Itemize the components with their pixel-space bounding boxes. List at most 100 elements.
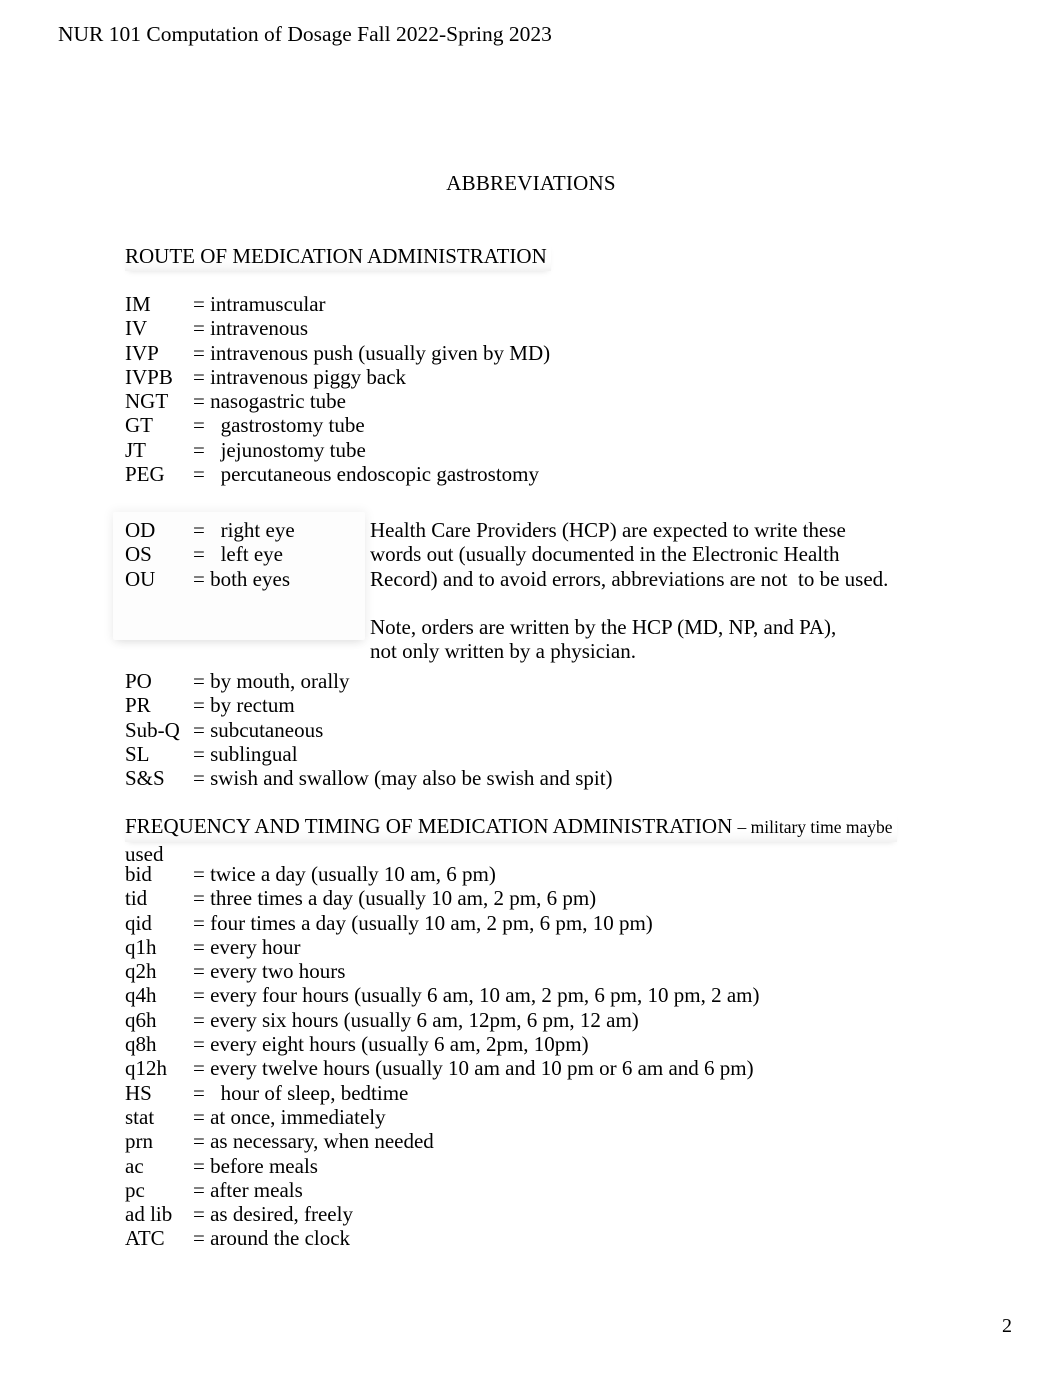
page-title: ABBREVIATIONS — [446, 171, 616, 195]
abbreviation-row: OD = right eye — [125, 518, 295, 542]
abbreviation-row: PEG = percutaneous endoscopic gastrostomy — [125, 462, 550, 486]
abbreviation-term: IVPB — [125, 364, 173, 389]
abbreviation-term: prn — [125, 1129, 153, 1154]
abbreviation-definition: = every six hours (usually 6 am, 12pm, 6… — [193, 1007, 639, 1032]
abbreviation-row: pc = after meals — [125, 1178, 760, 1202]
abbreviation-definition: = left eye — [193, 542, 283, 567]
abbreviation-term: PO — [125, 669, 152, 693]
abbreviation-term: OU — [125, 566, 156, 591]
abbreviation-definition: = as necessary, when needed — [193, 1129, 434, 1154]
abbreviation-row: ATC = around the clock — [125, 1226, 760, 1250]
abbreviation-row: S&S = swish and swallow (may also be swis… — [125, 766, 613, 790]
abbreviation-row: q4h = every four hours (usually 6 am, 10 … — [125, 983, 760, 1007]
abbreviation-row: PO = by mouth, orally — [125, 669, 613, 693]
abbreviation-term: qid — [125, 910, 152, 935]
abbreviation-term: tid — [125, 886, 148, 911]
page-number: 2 — [1002, 1315, 1012, 1337]
abbreviation-definition: = subcutaneous — [193, 717, 324, 742]
frequency-section-heading-wrap: FREQUENCY AND TIMING OF MEDICATION ADMIN… — [125, 814, 897, 867]
abbreviation-row: NGT = nasogastric tube — [125, 389, 550, 413]
hcp-note-line: Health Care Providers (HCP) are expected… — [370, 518, 846, 542]
abbreviation-definition: = both eyes — [193, 566, 290, 591]
eye-abbreviation-list: OD = right eye OS = left eye OU = both eyes — [125, 518, 295, 591]
abbreviation-term: q2h — [125, 959, 157, 984]
route-section-heading: ROUTE OF MEDICATION ADMINISTRATION — [125, 244, 551, 271]
abbreviation-term: IM — [125, 292, 151, 316]
abbreviation-row: HS = hour of sleep, bedtime — [125, 1081, 760, 1105]
abbreviation-term: ATC — [125, 1226, 165, 1251]
abbreviation-term: OS — [125, 542, 152, 567]
abbreviation-row: IV = intravenous — [125, 316, 550, 340]
abbreviation-row: ad lib = as desired, freely — [125, 1202, 760, 1226]
hcp-note-line: Note, orders are written by the HCP (MD,… — [370, 614, 837, 639]
abbreviation-definition: = around the clock — [193, 1226, 351, 1251]
abbreviation-definition: = every two hours — [193, 959, 346, 984]
abbreviation-row: prn = as necessary, when needed — [125, 1129, 760, 1153]
abbreviation-row: Sub-Q = subcutaneous — [125, 718, 613, 742]
abbreviation-row: bid = twice a day (usually 10 am, 6 pm) — [125, 862, 760, 886]
frequency-heading-main: FREQUENCY AND TIMING OF MEDICATION ADMIN… — [125, 814, 738, 838]
abbreviation-definition: = by mouth, orally — [193, 669, 350, 693]
abbreviation-row: OS = left eye — [125, 542, 295, 566]
abbreviation-term: q8h — [125, 1032, 157, 1057]
abbreviation-term: bid — [125, 862, 152, 886]
abbreviation-definition: = swish and swallow (may also be swish a… — [193, 766, 613, 791]
abbreviation-definition: = nasogastric tube — [193, 389, 346, 414]
abbreviation-row: JT = jejunostomy tube — [125, 438, 550, 462]
abbreviation-term: ad lib — [125, 1202, 173, 1227]
route-abbreviation-list-2: PO = by mouth, orally PR = by rectum Sub-Q = … — [125, 669, 613, 790]
abbreviation-definition: = before meals — [193, 1153, 318, 1178]
abbreviation-row: q12h = every twelve hours (usually 10 am … — [125, 1056, 760, 1080]
route-abbreviation-list: IM = intramuscular IV = intravenous IVP = int… — [125, 292, 550, 486]
hcp-note-line: not only written by a physician. — [370, 639, 636, 664]
abbreviation-term: q6h — [125, 1007, 157, 1032]
frequency-heading-small: – military time maybe — [737, 817, 893, 837]
abbreviation-term: IV — [125, 316, 148, 341]
abbreviation-definition: = sublingual — [193, 741, 298, 766]
abbreviation-term: q1h — [125, 934, 157, 959]
abbreviation-row: ac = before meals — [125, 1154, 760, 1178]
abbreviation-definition: = after meals — [193, 1177, 303, 1202]
hcp-note-line: Record) and to avoid errors, abbreviatio… — [370, 566, 889, 591]
abbreviation-row: IVP = intravenous push (usually given by … — [125, 341, 550, 365]
abbreviation-row: OU = both eyes — [125, 567, 295, 591]
abbreviation-definition: = as desired, freely — [193, 1202, 353, 1227]
abbreviation-term: S&S — [125, 766, 165, 791]
abbreviation-term: HS — [125, 1080, 152, 1105]
route-section-heading-wrap: ROUTE OF MEDICATION ADMINISTRATION — [125, 244, 551, 271]
abbreviation-term: pc — [125, 1177, 145, 1202]
abbreviation-row: stat = at once, immediately — [125, 1105, 760, 1129]
abbreviation-definition: = every hour — [193, 934, 301, 959]
abbreviation-definition: = gastrostomy tube — [193, 413, 365, 438]
abbreviation-definition: = every four hours (usually 6 am, 10 am,… — [193, 983, 760, 1008]
abbreviation-term: OD — [125, 518, 156, 542]
abbreviation-term: PR — [125, 693, 151, 718]
abbreviation-term: Sub-Q — [125, 717, 180, 742]
abbreviation-definition: = right eye — [193, 518, 295, 542]
abbreviation-row: SL = sublingual — [125, 742, 613, 766]
hcp-note-line: words out (usually documented in the Ele… — [370, 542, 840, 567]
abbreviation-definition: = jejunostomy tube — [193, 437, 366, 462]
abbreviation-term: PEG — [125, 462, 165, 487]
abbreviation-term: q12h — [125, 1056, 167, 1081]
abbreviation-term: q4h — [125, 983, 157, 1008]
abbreviation-row: qid = four times a day (usually 10 am, 2 … — [125, 911, 760, 935]
abbreviation-definition: = every twelve hours (usually 10 am and … — [193, 1056, 754, 1081]
abbreviation-row: q8h = every eight hours (usually 6 am, 2p… — [125, 1032, 760, 1056]
abbreviation-definition: = four times a day (usually 10 am, 2 pm,… — [193, 910, 653, 935]
running-header: NUR 101 Computation of Dosage Fall 2022-… — [58, 22, 552, 46]
abbreviation-row: IM = intramuscular — [125, 292, 550, 316]
abbreviation-definition: = twice a day (usually 10 am, 6 pm) — [193, 862, 496, 886]
abbreviation-term: stat — [125, 1104, 155, 1129]
frequency-abbreviation-list: bid = twice a day (usually 10 am, 6 pm) ti… — [125, 862, 760, 1251]
abbreviation-row: q2h = every two hours — [125, 959, 760, 983]
abbreviation-definition: = intravenous push (usually given by MD) — [193, 340, 551, 365]
abbreviation-definition: = every eight hours (usually 6 am, 2pm, … — [193, 1032, 589, 1057]
abbreviation-term: ac — [125, 1153, 144, 1178]
document-page: NUR 101 Computation of Dosage Fall 2022-… — [0, 0, 1062, 1376]
abbreviation-row: tid = three times a day (usually 10 am, 2… — [125, 886, 760, 910]
abbreviation-definition: = at once, immediately — [193, 1104, 386, 1129]
abbreviation-row: GT = gastrostomy tube — [125, 413, 550, 437]
abbreviation-term: IVP — [125, 340, 159, 365]
abbreviation-definition: = percutaneous endoscopic gastrostomy — [193, 462, 540, 487]
